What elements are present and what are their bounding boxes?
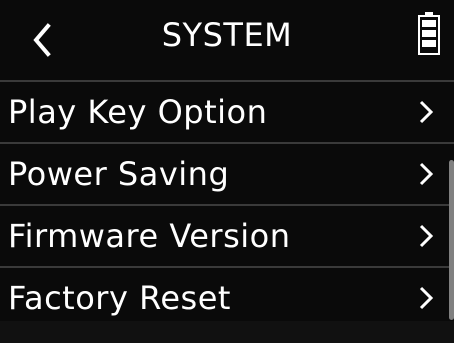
battery-icon	[418, 12, 440, 56]
chevron-right-icon	[419, 100, 434, 124]
menu-item-label: Power Saving	[8, 155, 230, 193]
menu-item-label: Firmware Version	[8, 217, 291, 255]
device-screen: SYSTEM Play Key Option Power Saving Firm…	[0, 0, 454, 343]
header-bar: SYSTEM	[0, 0, 454, 80]
menu-item-play-key-option[interactable]: Play Key Option	[0, 80, 454, 142]
menu-item-label: Play Key Option	[8, 93, 268, 131]
menu-item-firmware-version[interactable]: Firmware Version	[0, 204, 454, 266]
chevron-right-icon	[419, 162, 434, 186]
page-title: SYSTEM	[161, 16, 293, 54]
system-menu-list: Play Key Option Power Saving Firmware Ve…	[0, 80, 454, 330]
bottom-strip	[0, 321, 454, 343]
menu-item-power-saving[interactable]: Power Saving	[0, 142, 454, 204]
scrollbar[interactable]	[449, 160, 454, 320]
menu-item-label: Factory Reset	[8, 279, 231, 317]
chevron-right-icon	[419, 224, 434, 248]
chevron-right-icon	[419, 286, 434, 310]
